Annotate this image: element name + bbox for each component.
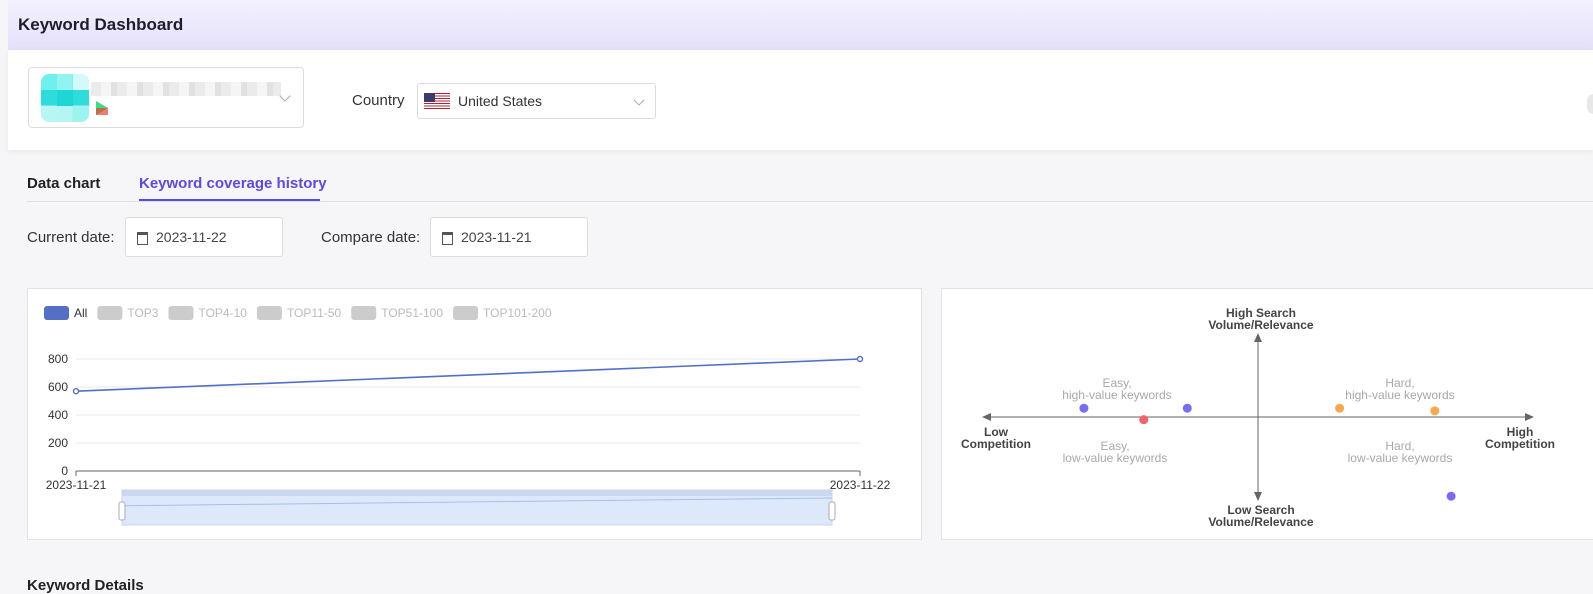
google-play-icon: [96, 101, 108, 115]
country-value: United States: [458, 93, 543, 109]
keyword-quadrant-panel: High Search Volume/Relevance Low Search Vol…: [941, 288, 1593, 540]
keyword-point-2[interactable]: [1182, 403, 1192, 413]
legend-swatch-2[interactable]: [168, 306, 194, 320]
keyword-point-3[interactable]: [1335, 403, 1345, 413]
zoom-handle-left[interactable]: [118, 501, 126, 521]
page-title: Keyword Dashboard: [18, 15, 184, 34]
top-header-bar: Keyword Dashboard: [8, 0, 1593, 50]
compare-date-value: 2023-11-21: [461, 229, 532, 245]
app-icon: [41, 74, 89, 122]
legend-swatch-1[interactable]: [97, 306, 123, 320]
coverage-line-chart: All TOP3 TOP4-10 TOP11-50 TOP51-100 TOP101-20…: [44, 306, 891, 526]
legend-swatch-0[interactable]: [44, 306, 69, 320]
axis-label-low-search: Low Search Volume/Relevance: [1208, 503, 1313, 529]
calendar-icon: [442, 232, 453, 245]
app-selector[interactable]: [28, 67, 304, 128]
legend-label-5[interactable]: TOP101-200: [483, 306, 552, 320]
series-line-0: [75, 358, 861, 392]
legend-label-3[interactable]: TOP11-50: [287, 306, 342, 320]
country-label: Country: [352, 92, 405, 109]
x-tick-label-1: 2023-11-22: [830, 478, 891, 492]
y-tick-label-0: 0: [61, 464, 68, 478]
side-handle[interactable]: [1587, 94, 1593, 114]
quadrant-label-hard-low-value: Hard, low-value keywords: [1348, 439, 1453, 465]
tab-keyword-coverage-history[interactable]: Keyword coverage history: [139, 175, 327, 192]
y-tick-label-4: 800: [48, 352, 68, 366]
x-tick-label-0: 2023-11-21: [46, 478, 107, 492]
coverage-line-chart-panel: All TOP3 TOP4-10 TOP11-50 TOP51-100 TOP101-20…: [27, 288, 922, 540]
compare-date-label: Compare date:: [321, 229, 421, 246]
chevron-down-icon[interactable]: [633, 94, 645, 106]
axis-label-high-competition: High Competition: [1485, 425, 1555, 451]
quadrant-label-easy-low-value: Easy, low-value keywords: [1063, 439, 1168, 465]
chevron-down-icon[interactable]: [279, 90, 291, 102]
selector-card: Country United States: [8, 50, 1593, 150]
keyword-quadrant-chart: High Search Volume/Relevance Low Search Vol…: [961, 306, 1555, 529]
calendar-icon: [137, 232, 148, 245]
y-tick-label-3: 600: [48, 380, 68, 394]
data-point-0-1[interactable]: [856, 355, 864, 363]
quadrant-label-easy-high-value: Easy, high-value keywords: [1062, 376, 1171, 402]
country-select[interactable]: United States: [417, 83, 656, 119]
legend-label-1[interactable]: TOP3: [127, 306, 158, 320]
zoom-handle-right[interactable]: [828, 501, 836, 521]
axis-label-low-competition: Low Competition: [961, 425, 1031, 451]
current-date-picker[interactable]: 2023-11-22: [125, 217, 283, 257]
data-zoom-top-bar[interactable]: [122, 490, 832, 496]
current-date-label: Current date:: [27, 229, 115, 246]
legend-swatch-4[interactable]: [351, 306, 377, 320]
legend-label-4[interactable]: TOP51-100: [381, 306, 443, 320]
legend-label-2[interactable]: TOP4-10: [198, 306, 247, 320]
compare-date-picker[interactable]: 2023-11-21: [430, 217, 588, 257]
axis-label-high-search: High Search Volume/Relevance: [1208, 306, 1313, 332]
tab-data-chart[interactable]: Data chart: [27, 175, 100, 192]
keyword-point-5[interactable]: [1446, 491, 1456, 501]
legend-swatch-5[interactable]: [453, 306, 479, 320]
data-point-0-0[interactable]: [72, 387, 80, 395]
keyword-point-4[interactable]: [1430, 406, 1440, 416]
current-date-value: 2023-11-22: [156, 229, 227, 245]
legend-swatch-3[interactable]: [256, 306, 282, 320]
keyword-point-0[interactable]: [1079, 403, 1089, 413]
legend-label-0[interactable]: All: [74, 306, 87, 320]
tabs-divider: [27, 201, 1593, 202]
y-tick-label-2: 400: [48, 408, 68, 422]
keyword-point-1[interactable]: [1139, 415, 1149, 425]
y-tick-label-1: 200: [48, 436, 68, 450]
app-name-redacted: [91, 82, 281, 96]
us-flag-icon: [424, 93, 450, 109]
quadrant-label-hard-high-value: Hard, high-value keywords: [1345, 376, 1454, 402]
keyword-details-heading: Keyword Details: [27, 577, 144, 594]
